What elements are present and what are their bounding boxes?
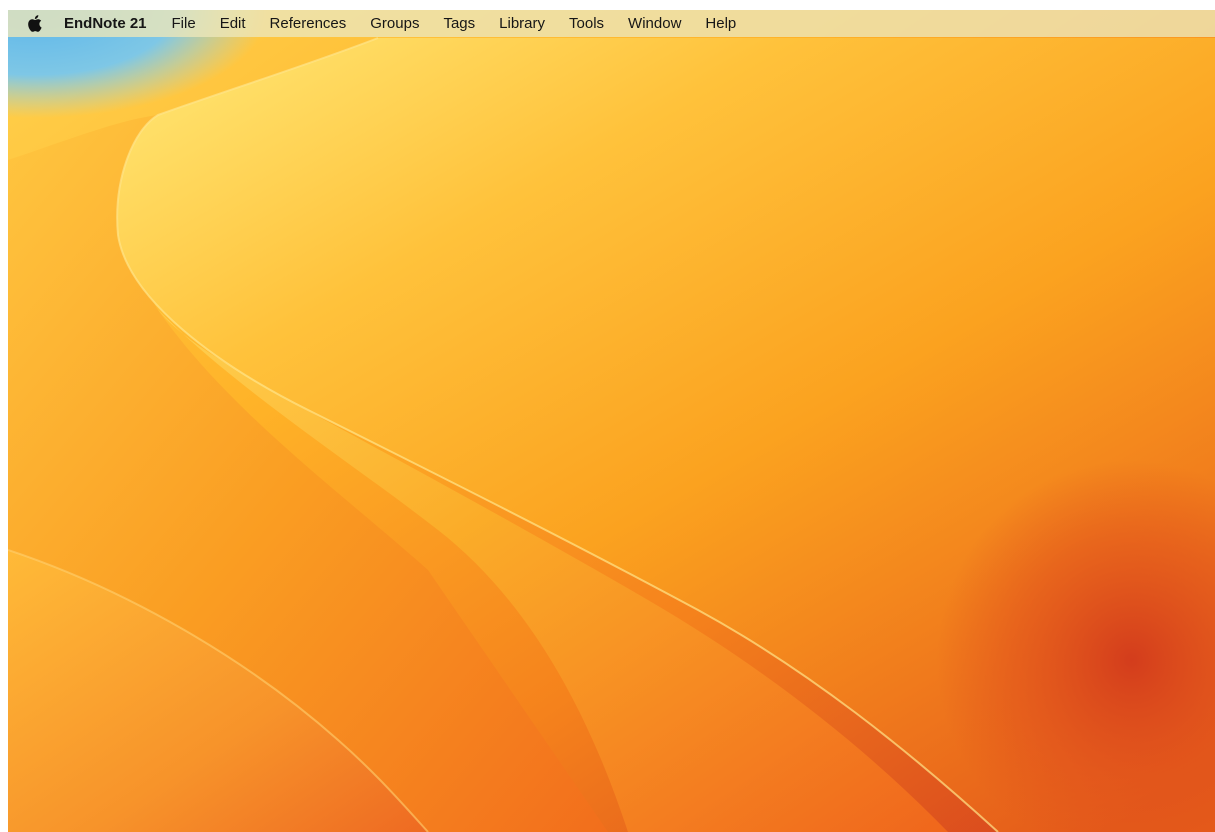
- menu-library[interactable]: Library: [499, 10, 545, 37]
- desktop: EndNote 21 File Edit References Groups T…: [8, 10, 1215, 832]
- desktop-wallpaper: [8, 10, 1215, 832]
- menu-bar: EndNote 21 File Edit References Groups T…: [8, 10, 1215, 37]
- app-menu-endnote[interactable]: EndNote 21: [64, 10, 147, 37]
- menu-references[interactable]: References: [270, 10, 347, 37]
- menu-file[interactable]: File: [172, 10, 196, 37]
- menu-help[interactable]: Help: [705, 10, 736, 37]
- menu-tools[interactable]: Tools: [569, 10, 604, 37]
- apple-logo-icon[interactable]: [26, 15, 42, 33]
- menu-edit[interactable]: Edit: [220, 10, 246, 37]
- menu-tags[interactable]: Tags: [443, 10, 475, 37]
- menu-window[interactable]: Window: [628, 10, 681, 37]
- menu-groups[interactable]: Groups: [370, 10, 419, 37]
